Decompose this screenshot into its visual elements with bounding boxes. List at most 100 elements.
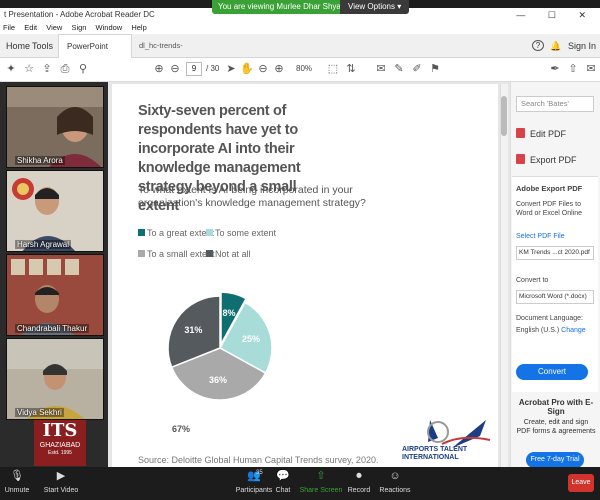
view-options-button[interactable]: View Options ▾	[340, 0, 410, 14]
share-icon[interactable]: ⇧	[566, 62, 580, 76]
legend-label: To a great extent	[147, 228, 215, 238]
menu-bar: File Edit View Sign Window Help	[0, 22, 600, 34]
video-tile[interactable]: Chandrabali Thakur	[6, 254, 104, 336]
zoom-out-icon[interactable]: ⊖	[256, 62, 270, 76]
legend-item: To a great extent	[138, 227, 214, 239]
video-camera-icon: ▶	[56, 470, 66, 482]
page-down-icon[interactable]: ⊖	[168, 62, 182, 76]
page-total: / 30	[206, 64, 220, 73]
video-tile[interactable]: Shikha Arora	[6, 86, 104, 168]
legend-item: To some extent	[206, 227, 276, 239]
convert-button[interactable]: Convert	[516, 364, 588, 380]
export-pdf-label: Export PDF	[530, 155, 577, 165]
video-panel: Shikha Arora Harsh Agrawal Chandrabali T…	[0, 82, 108, 467]
menu-view[interactable]: View	[46, 23, 62, 32]
menu-sign[interactable]: Sign	[71, 23, 86, 32]
sign-in-link[interactable]: Sign In	[568, 34, 596, 58]
doc-language-value: English (U.S.)	[516, 327, 560, 334]
tab-powerpoint[interactable]: PowerPoint Present... ×	[58, 34, 132, 75]
print-icon[interactable]: ⎙	[58, 62, 72, 76]
start-video-button[interactable]: ▶ Start Video	[36, 470, 86, 495]
free-trial-button[interactable]: Free 7-day Trial	[526, 452, 584, 468]
its-logo: ITS GHAZIABAD Estd. 1995	[34, 420, 86, 466]
legend-item: To a small extent	[138, 248, 215, 260]
window-controls[interactable]: — ☐ ✕	[516, 8, 596, 22]
record-label: Record	[347, 487, 371, 494]
hand-icon[interactable]: ✋	[240, 62, 254, 76]
menu-edit[interactable]: Edit	[24, 23, 37, 32]
edit-pdf-label: Edit PDF	[530, 129, 567, 139]
change-language-link[interactable]: Change	[561, 327, 586, 334]
unmute-label: Unmute	[4, 487, 30, 494]
pie-chart: 8% 25% 36% 31%	[167, 291, 273, 401]
vertical-scrollbar[interactable]	[500, 84, 508, 467]
page-number-input[interactable]: 9	[186, 62, 202, 76]
reactions-icon: ☺	[389, 470, 401, 482]
legend-swatch	[206, 250, 213, 257]
tab-tools[interactable]: Tools	[32, 34, 53, 58]
search-input[interactable]: Search 'Bates'	[516, 96, 594, 112]
tabs-bar: Home Tools PowerPoint Present... × dl_hc…	[0, 34, 600, 75]
legend-label: To some extent	[215, 228, 277, 238]
pie-slice-label: 36%	[209, 375, 227, 385]
menu-help[interactable]: Help	[131, 23, 146, 32]
pen-icon[interactable]: ✎	[392, 62, 406, 76]
create-icon[interactable]: ✦	[4, 62, 18, 76]
legend-item: Not at all	[206, 248, 251, 260]
edit-pdf-tool[interactable]: Edit PDF	[516, 128, 566, 140]
zoom-in-icon[interactable]: ⊕	[272, 62, 286, 76]
select-file-link[interactable]: Select PDF File	[516, 232, 590, 241]
participant-name: Shikha Arora	[15, 156, 65, 165]
pie-slice-label: 25%	[242, 334, 260, 344]
record-icon: ⏺	[356, 470, 362, 482]
video-tile[interactable]: Harsh Agrawal	[6, 170, 104, 252]
highlight-icon[interactable]: ✐	[410, 62, 424, 76]
ati-line1: AIRPORTS TALENT	[402, 446, 468, 453]
convert-format-dropdown[interactable]: Microsoft Word (*.docx)	[516, 290, 594, 304]
legend-swatch	[138, 250, 145, 257]
legend-label: Not at all	[215, 249, 251, 259]
fit-page-icon[interactable]: ⬚	[326, 62, 340, 76]
export-description: Convert PDF Files to Word or Excel Onlin…	[516, 201, 583, 217]
select-cursor-icon[interactable]: ➤	[224, 62, 238, 76]
tab-home[interactable]: Home	[6, 34, 30, 58]
bookmark-icon[interactable]: ☆	[22, 62, 36, 76]
tab-hc-trends[interactable]: dl_hc-trends-2020...	[135, 34, 195, 74]
slide-subtitle: To what extent is AI being incorporated …	[138, 184, 366, 209]
help-icon[interactable]: ?	[532, 40, 544, 51]
total-label: 67%	[172, 424, 191, 434]
microphone-icon: 🎙	[10, 470, 24, 482]
bell-icon[interactable]: 🔔	[550, 34, 561, 58]
upload-icon[interactable]: ⇪	[40, 62, 54, 76]
doc-language-row: English (U.S.) Change	[516, 326, 590, 335]
start-video-label: Start Video	[43, 487, 79, 494]
zoom-level[interactable]: 80%	[296, 62, 312, 76]
convert-to-label: Convert to	[516, 277, 549, 284]
leave-button[interactable]: Leave	[568, 474, 594, 492]
reactions-label: Reactions	[379, 487, 411, 494]
page-up-icon[interactable]: ⊕	[152, 62, 166, 76]
mail-icon[interactable]: ✉	[584, 62, 598, 76]
scrollbar-thumb[interactable]	[501, 96, 507, 136]
ati-logo-text: AIRPORTS TALENT INTERNATIONAL	[402, 446, 467, 462]
chat-label: Chat	[275, 487, 291, 494]
export-pdf-icon	[516, 154, 525, 164]
participant-name: Vidya Sekhri	[15, 408, 64, 417]
toolbar: ✦ ☆ ⇪ ⎙ ⚲ ⊕ ⊖ 9 / 30 ➤ ✋ ⊖ ⊕ 80% ⬚ ⇅ ✉ ✎…	[0, 58, 600, 82]
menu-file[interactable]: File	[3, 23, 15, 32]
video-tile[interactable]: Vidya Sekhri	[6, 338, 104, 420]
legend-label: To a small extent	[147, 249, 215, 259]
chat-icon: 💬	[276, 470, 290, 482]
reactions-button[interactable]: ☺ Reactions	[370, 470, 420, 495]
menu-window[interactable]: Window	[96, 23, 123, 32]
stamp-icon[interactable]: ⚑	[428, 62, 442, 76]
comment-icon[interactable]: ✉	[374, 62, 388, 76]
search-icon[interactable]: ⚲	[76, 62, 90, 76]
file-dropdown[interactable]: KM Trends ...ct 2020.pdf	[516, 246, 594, 260]
acrobat-pro-description: Create, edit and sign PDF forms & agreem…	[516, 419, 596, 435]
export-pdf-tool[interactable]: Export PDF	[516, 154, 577, 166]
scroll-mode-icon[interactable]: ⇅	[344, 62, 358, 76]
sign-icon[interactable]: ✒	[548, 62, 562, 76]
legend-swatch	[206, 229, 213, 236]
source-note: Source: Deloitte Global Human Capital Tr…	[138, 455, 379, 465]
